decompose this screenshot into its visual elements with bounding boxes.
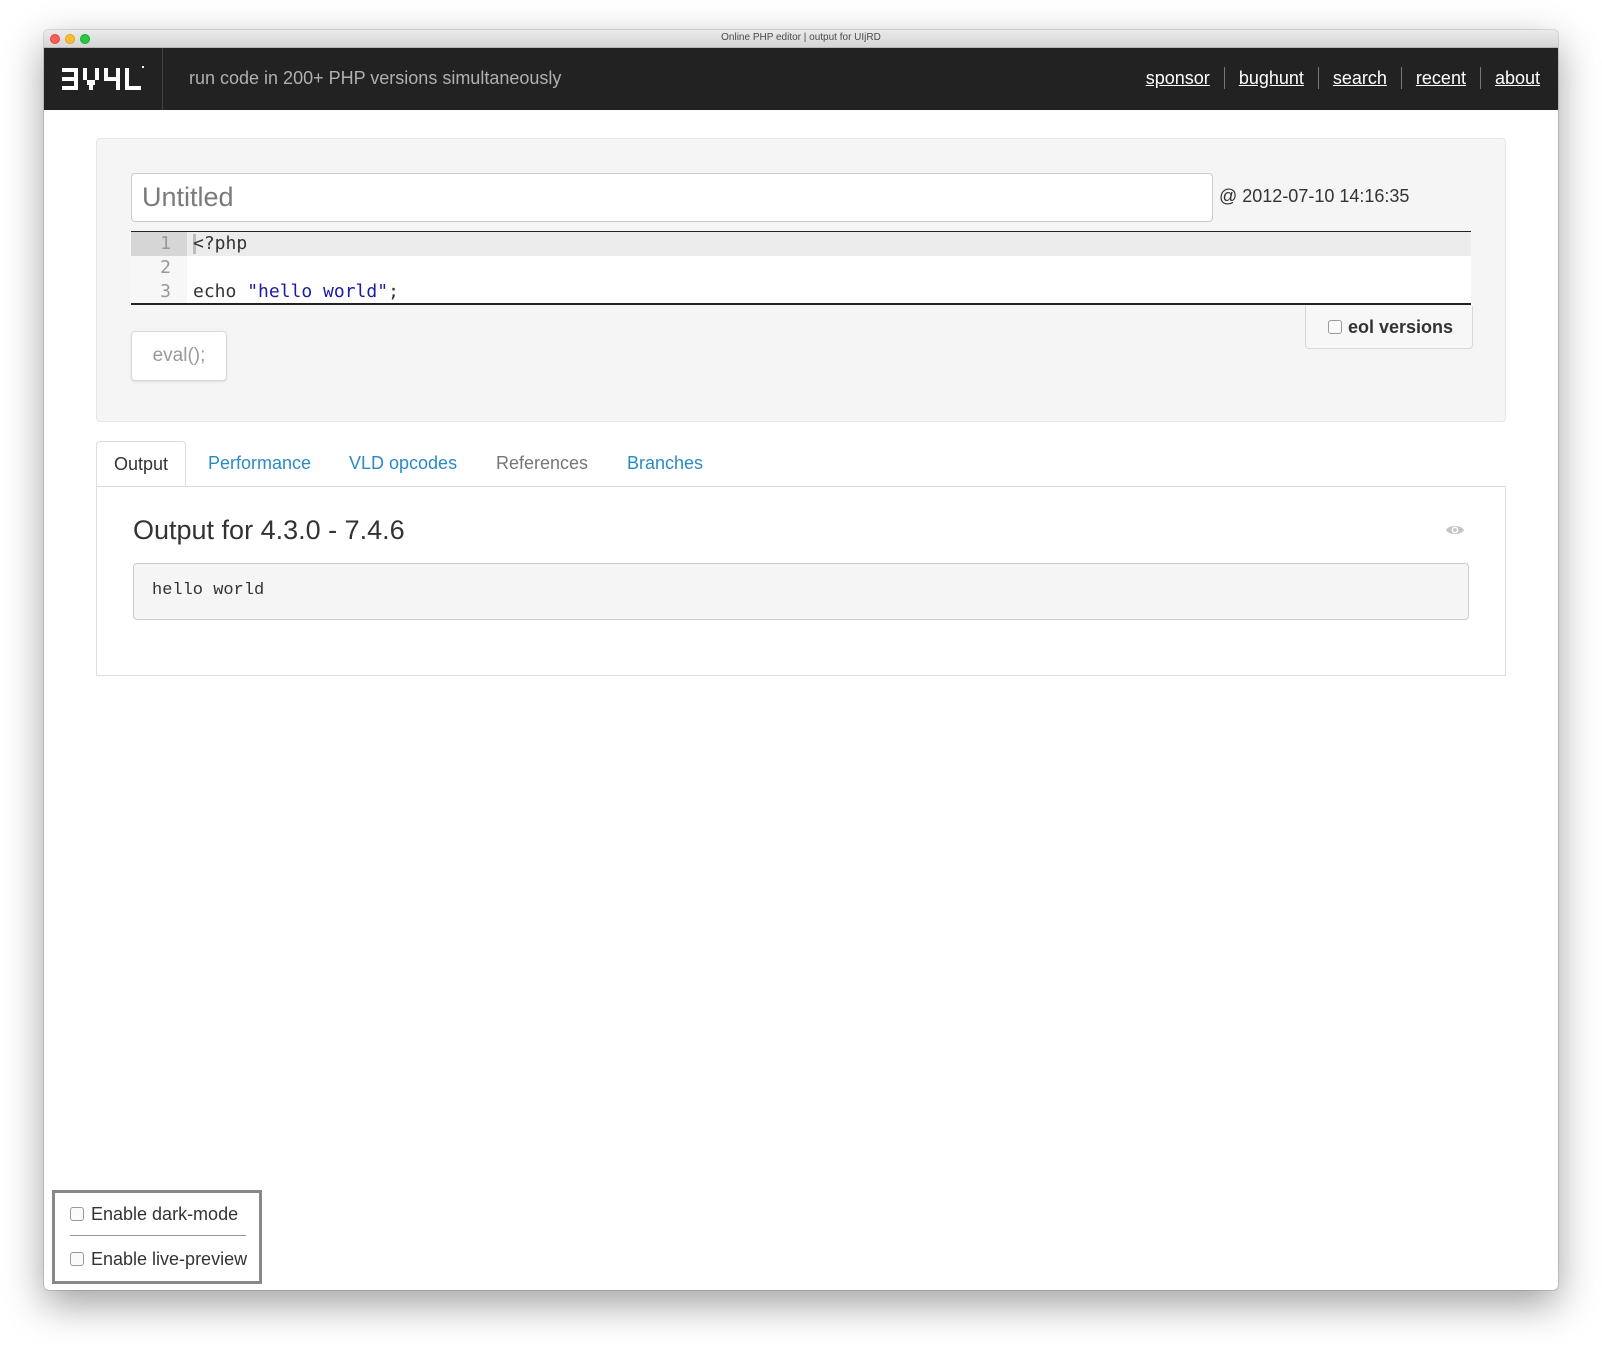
logo-divider xyxy=(162,48,163,110)
nav-link-sponsor[interactable]: sponsor xyxy=(1146,68,1210,89)
tab-branches[interactable]: Branches xyxy=(610,441,720,487)
eol-versions-checkbox[interactable] xyxy=(1328,320,1342,334)
nav-link-recent[interactable]: recent xyxy=(1416,68,1466,89)
live-preview-label[interactable]: Enable live-preview xyxy=(91,1249,247,1270)
submission-timestamp: @ 2012-07-10 14:16:35 xyxy=(1219,186,1410,206)
eol-versions-label[interactable]: eol versions xyxy=(1348,317,1453,338)
code-punctuation: ; xyxy=(388,281,399,302)
nav-divider xyxy=(1317,67,1319,89)
nav-link-bughunt[interactable]: bughunt xyxy=(1239,68,1304,89)
code-editor[interactable]: 1 <?php 2 3 echo "hello world"; xyxy=(131,231,1471,305)
nav-divider xyxy=(1479,67,1481,89)
tab-vld-opcodes[interactable]: VLD opcodes xyxy=(332,441,474,487)
code-line[interactable]: 1 <?php xyxy=(131,232,1471,256)
tab-output[interactable]: Output xyxy=(96,441,187,487)
window-titlebar: Online PHP editor | output for UIjRD xyxy=(44,30,1558,48)
dark-mode-checkbox[interactable] xyxy=(70,1207,84,1221)
result-tabs: Output Performance VLD opcodes Reference… xyxy=(96,441,1506,487)
settings-divider xyxy=(70,1235,246,1236)
code-form-panel: @ 2012-07-10 14:16:35 1 <?php 2 3 echo "… xyxy=(96,138,1506,422)
nav-link-about[interactable]: about xyxy=(1495,68,1540,89)
window-title: Online PHP editor | output for UIjRD xyxy=(721,32,881,43)
code-text: echo "hello world"; xyxy=(193,280,399,304)
line-number: 3 xyxy=(160,281,171,302)
script-title-input[interactable] xyxy=(131,173,1213,222)
code-keyword: echo xyxy=(193,281,248,302)
nav-links: sponsor bughunt search recent about xyxy=(1146,67,1540,89)
settings-panel: Enable dark-mode Enable live-preview xyxy=(52,1190,262,1284)
code-string: "hello world" xyxy=(247,281,389,302)
tab-performance[interactable]: Performance xyxy=(191,441,328,487)
nav-divider xyxy=(1223,67,1225,89)
dark-mode-label[interactable]: Enable dark-mode xyxy=(91,1204,238,1225)
code-text: <?php xyxy=(193,233,248,254)
dark-mode-toggle[interactable]: Enable dark-mode xyxy=(70,1201,238,1227)
output-tab-panel: Output for 4.3.0 - 7.4.6 hello world xyxy=(96,486,1506,676)
code-line[interactable]: 2 xyxy=(131,256,1471,280)
eol-versions-toggle[interactable]: eol versions xyxy=(1305,306,1473,349)
tab-references[interactable]: References xyxy=(479,441,605,487)
3v4l-logo[interactable] xyxy=(62,66,146,92)
line-number: 1 xyxy=(131,232,187,256)
nav-link-search[interactable]: search xyxy=(1333,68,1387,89)
code-line[interactable]: 3 echo "hello world"; xyxy=(131,280,1471,304)
eval-button[interactable]: eval(); xyxy=(131,331,227,381)
output-text: hello world xyxy=(133,563,1469,620)
navbar: run code in 200+ PHP versions simultaneo… xyxy=(44,48,1558,110)
line-number: 2 xyxy=(160,257,171,278)
browser-window: Online PHP editor | output for UIjRD run… xyxy=(44,30,1558,1290)
live-preview-checkbox[interactable] xyxy=(70,1252,84,1266)
output-heading: Output for 4.3.0 - 7.4.6 xyxy=(133,515,405,545)
eye-icon[interactable] xyxy=(1445,523,1465,537)
nav-divider xyxy=(1400,67,1402,89)
live-preview-toggle[interactable]: Enable live-preview xyxy=(70,1246,247,1272)
site-tagline: run code in 200+ PHP versions simultaneo… xyxy=(189,68,562,88)
